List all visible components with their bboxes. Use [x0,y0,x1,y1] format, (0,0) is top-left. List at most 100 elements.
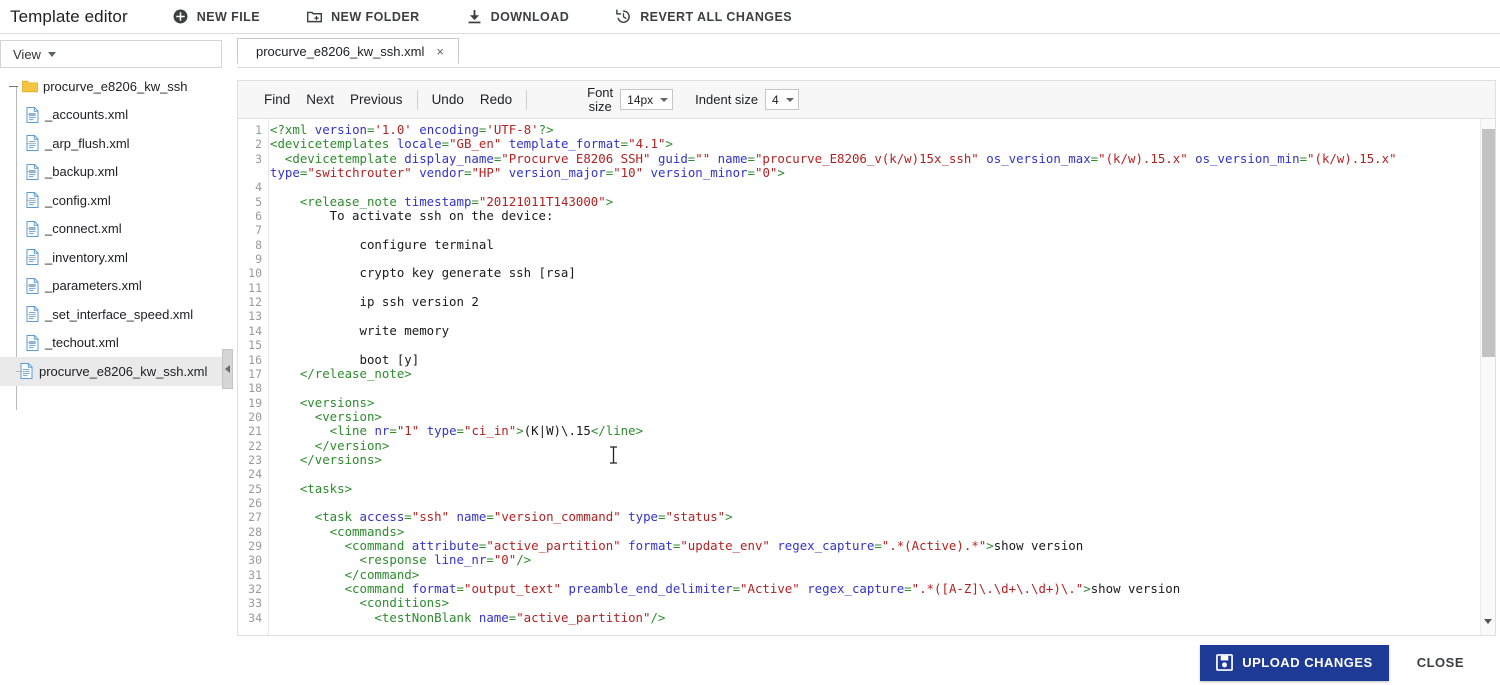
code-content[interactable]: <?xml version='1.0' encoding='UTF-8'?> <d… [270,119,1473,635]
tree-file-row[interactable]: _config.xml [0,186,222,215]
code-line: To activate ssh on the device: [270,208,554,224]
code-line: <release_note timestamp="20121011T143000… [270,193,614,209]
line-number: 32 [248,582,262,596]
editor-tab-active[interactable]: procurve_e8206_kw_ssh.xml × [237,38,459,64]
close-icon[interactable]: × [436,45,444,58]
line-number: 20 [248,409,262,424]
font-size-select[interactable]: 14px [620,89,674,110]
new-folder-button[interactable]: NEW FOLDER [298,4,428,29]
save-floppy-icon [1216,654,1234,671]
tree-file-rows: _accounts.xml _arp_flush.xml _backup.xml… [0,101,222,358]
collapse-toggle-icon[interactable] [8,81,19,92]
line-number: 8 [255,237,262,252]
chevron-down-icon [785,97,794,102]
line-number-continuation [238,166,268,180]
line-number: 13 [248,309,262,324]
toolbar-divider-1 [416,89,418,110]
chevron-down-icon [47,51,56,57]
tree-file-row[interactable]: _arp_flush.xml [0,129,222,158]
tree-file-row[interactable]: _inventory.xml [0,243,222,272]
header-actions: NEW FILE NEW FOLDER DOWNLOAD REVERT ALL … [164,4,830,29]
line-number: 31 [248,567,262,582]
code-vertical-scrollbar[interactable] [1480,119,1495,635]
undo-button[interactable]: Undo [430,89,466,110]
upload-changes-label: UPLOAD CHANGES [1242,655,1373,670]
app-header: Template editor NEW FILE NEW FOLDER DOWN… [0,0,1500,33]
code-line: <versions> [270,394,375,410]
previous-button[interactable]: Previous [348,89,405,110]
tree-folder-row[interactable]: procurve_e8206_kw_ssh [0,72,222,101]
line-number: 14 [248,323,262,338]
line-number: 6 [255,209,262,224]
next-button[interactable]: Next [304,89,336,110]
code-line: configure terminal [270,236,494,252]
line-number: 34 [248,610,262,625]
tree-file-label: _backup.xml [45,164,118,180]
tree-file-row[interactable]: _connect.xml [0,215,222,244]
code-line: <line nr="1" type="ci_in">(K|W)\.15</lin… [270,423,644,439]
tree-file-row[interactable]: _set_interface_speed.xml [0,300,222,329]
line-number: 24 [248,467,262,482]
redo-button[interactable]: Redo [478,89,514,110]
code-line: <testNonBlank name="active_partition"/> [270,609,666,625]
tree-file-label: procurve_e8206_kw_ssh.xml [39,363,208,379]
revert-all-changes-label: REVERT ALL CHANGES [640,9,793,24]
line-number: 22 [248,438,262,453]
download-button[interactable]: DOWNLOAD [458,4,578,29]
line-number: 3 [255,151,262,166]
line-number: 18 [248,381,262,396]
code-editor[interactable]: 123 4 5 6 7 8 9 10 11 12 13 14 15 16 17 18 19 20 21 22 23 24… [237,119,1496,636]
close-button[interactable]: CLOSE [1411,654,1470,671]
line-number: 16 [248,352,262,367]
tree-file-row-selected[interactable]: procurve_e8206_kw_ssh.xml [0,357,222,386]
code-line: </command> [270,566,420,582]
line-number: 19 [248,395,262,410]
line-number: 27 [248,510,262,525]
tree-file-row[interactable]: _parameters.xml [0,272,222,301]
plus-circle-icon [172,8,189,25]
code-line: <devicetemplate display_name="Procurve E… [270,150,1397,181]
find-button[interactable]: Find [262,89,292,110]
code-line: <devicetemplates locale="GB_en" template… [270,136,673,152]
download-icon [466,8,483,25]
line-number: 7 [255,223,262,238]
font-size-label-line1: Font [587,84,614,100]
sidebar-collapse-handle[interactable] [222,349,233,389]
code-line: crypto key generate ssh [rsa] [270,265,576,281]
line-number: 30 [248,553,262,568]
folder-icon [22,79,38,93]
tabstrip-divider [237,67,1500,68]
line-number: 9 [255,252,262,267]
tree-file-label: _accounts.xml [45,107,129,123]
tree-file-row[interactable]: _techout.xml [0,329,222,358]
code-line: <task access="ssh" name="version_command… [270,509,733,525]
file-browser-panel: View procurve_e8206_kw_ssh _accounts.xml… [0,34,233,685]
code-line: <tasks> [270,480,353,496]
code-line: write memory [270,322,450,338]
scrollbar-thumb[interactable] [1482,129,1495,357]
new-file-button[interactable]: NEW FILE [164,4,268,29]
upload-changes-button[interactable]: UPLOAD CHANGES [1200,644,1389,681]
tree-folder-label: procurve_e8206_kw_ssh [43,78,188,94]
tree-file-row[interactable]: _accounts.xml [0,101,222,130]
scroll-down-icon[interactable] [1484,619,1493,635]
code-line: boot [y] [270,351,420,367]
folder-plus-icon [306,8,323,25]
line-number: 25 [248,481,262,496]
view-dropdown[interactable]: View [0,40,222,68]
tree-file-row[interactable]: _backup.xml [0,158,222,187]
file-tree: procurve_e8206_kw_ssh _accounts.xml _arp… [0,72,222,410]
revert-all-changes-button[interactable]: REVERT ALL CHANGES [607,4,800,29]
line-number: 4 [255,180,262,195]
code-line: <response line_nr="0"/> [270,552,532,568]
footer-actions: UPLOAD CHANGES CLOSE [0,640,1500,685]
indent-size-select[interactable]: 4 [765,89,799,110]
indent-size-value: 4 [772,92,779,107]
line-number-gutter: 123 4 5 6 7 8 9 10 11 12 13 14 15 16 17 18 19 20 21 22 23 24… [238,119,269,635]
revert-history-icon [615,8,632,25]
line-number: 11 [248,280,262,295]
